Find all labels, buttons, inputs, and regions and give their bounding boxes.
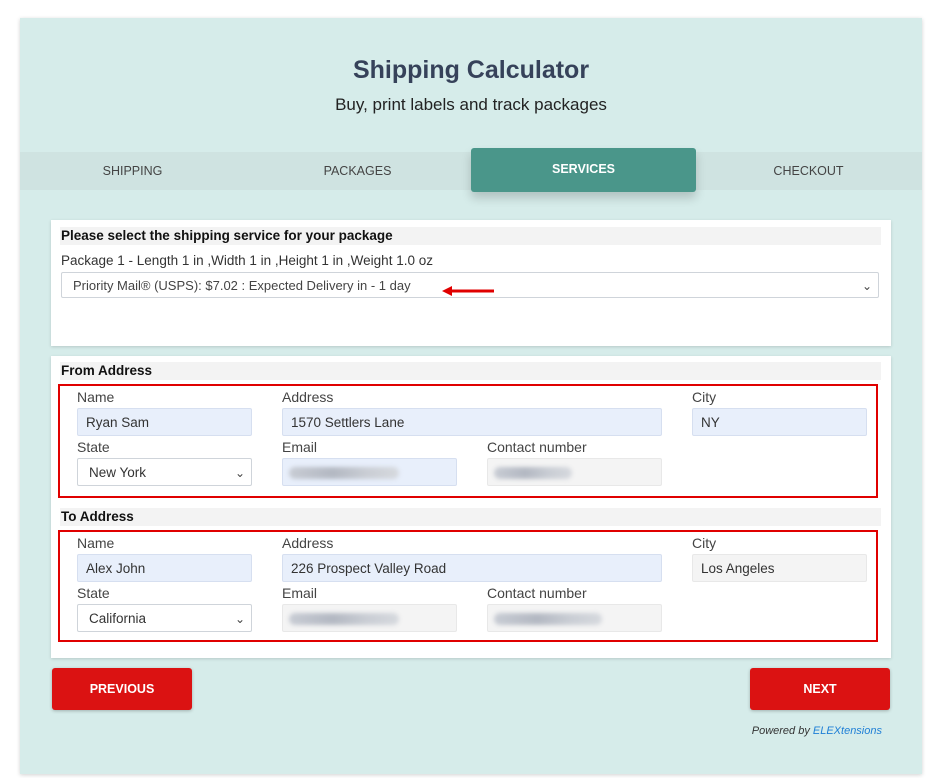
from-email-input[interactable] (282, 458, 457, 486)
from-address-input[interactable]: 1570 Settlers Lane (282, 408, 662, 436)
from-state-label: State (77, 439, 110, 455)
previous-button[interactable]: PREVIOUS (52, 668, 192, 710)
service-heading: Please select the shipping service for y… (60, 227, 881, 245)
step-tabs: SHIPPING PACKAGES SERVICES CHECKOUT (20, 148, 922, 192)
from-address-heading: From Address (60, 362, 881, 380)
to-name-label: Name (77, 535, 115, 551)
page-title: Shipping Calculator (352, 56, 590, 84)
package-info: Package 1 - Length 1 in ,Width 1 in ,Hei… (61, 253, 433, 268)
from-contact-label: Contact number (487, 439, 587, 455)
from-name-label: Name (77, 389, 115, 405)
redacted-contact (494, 613, 602, 625)
to-contact-label: Contact number (487, 585, 587, 601)
to-name-input[interactable]: Alex John (77, 554, 252, 582)
to-contact-input[interactable] (487, 604, 662, 632)
elextensions-link[interactable]: ELEXtensions (813, 725, 882, 737)
to-address-label: Address (282, 535, 334, 551)
page-subtitle: Buy, print labels and track packages (335, 95, 607, 114)
from-city-input[interactable]: NY (692, 408, 867, 436)
next-button[interactable]: NEXT (750, 668, 890, 710)
from-city-label: City (692, 389, 717, 405)
powered-by-label: Powered by (751, 725, 810, 737)
redacted-contact (494, 467, 572, 479)
from-name-input[interactable]: Ryan Sam (77, 408, 252, 436)
address-panel: From Address Name Address City Ryan Sam … (51, 356, 891, 658)
to-address-input[interactable]: 226 Prospect Valley Road (282, 554, 662, 582)
red-arrow-annotation-icon (442, 286, 494, 296)
powered-by: Powered by ELEXtensions (752, 725, 882, 737)
tab-checkout[interactable]: CHECKOUT (696, 152, 921, 190)
chevron-down-icon: ⌄ (861, 279, 872, 293)
to-state-label: State (77, 585, 110, 601)
redacted-email (289, 467, 399, 479)
service-panel: Please select the shipping service for y… (51, 220, 891, 346)
tab-shipping[interactable]: SHIPPING (20, 152, 245, 190)
from-address-label: Address (282, 389, 334, 405)
redacted-email (289, 613, 399, 625)
selected-service: Priority Mail® (USPS): $7.02 : Expected … (73, 278, 411, 293)
to-email-label: Email (282, 585, 318, 601)
to-email-input[interactable] (282, 604, 457, 632)
from-contact-input[interactable] (487, 458, 662, 486)
tab-services[interactable]: SERVICES (471, 148, 696, 192)
to-city-label: City (692, 535, 717, 551)
shipping-calculator-card: Shipping Calculator Buy, print labels an… (20, 18, 922, 774)
to-address-highlight: Name Address City Alex John 226 Prospect… (58, 530, 878, 642)
chevron-down-icon: ⌄ (234, 612, 245, 626)
to-address-heading: To Address (60, 508, 881, 526)
chevron-down-icon: ⌄ (234, 466, 245, 480)
from-state-value: New York (89, 465, 147, 480)
tab-packages[interactable]: PACKAGES (245, 152, 470, 190)
from-email-label: Email (282, 439, 318, 455)
to-city-input[interactable]: Los Angeles (692, 554, 867, 582)
from-state-select[interactable]: New York ⌄ (77, 458, 252, 486)
to-state-select[interactable]: California ⌄ (77, 604, 252, 632)
from-address-highlight: Name Address City Ryan Sam 1570 Settlers… (58, 384, 878, 498)
to-state-value: California (89, 611, 147, 626)
